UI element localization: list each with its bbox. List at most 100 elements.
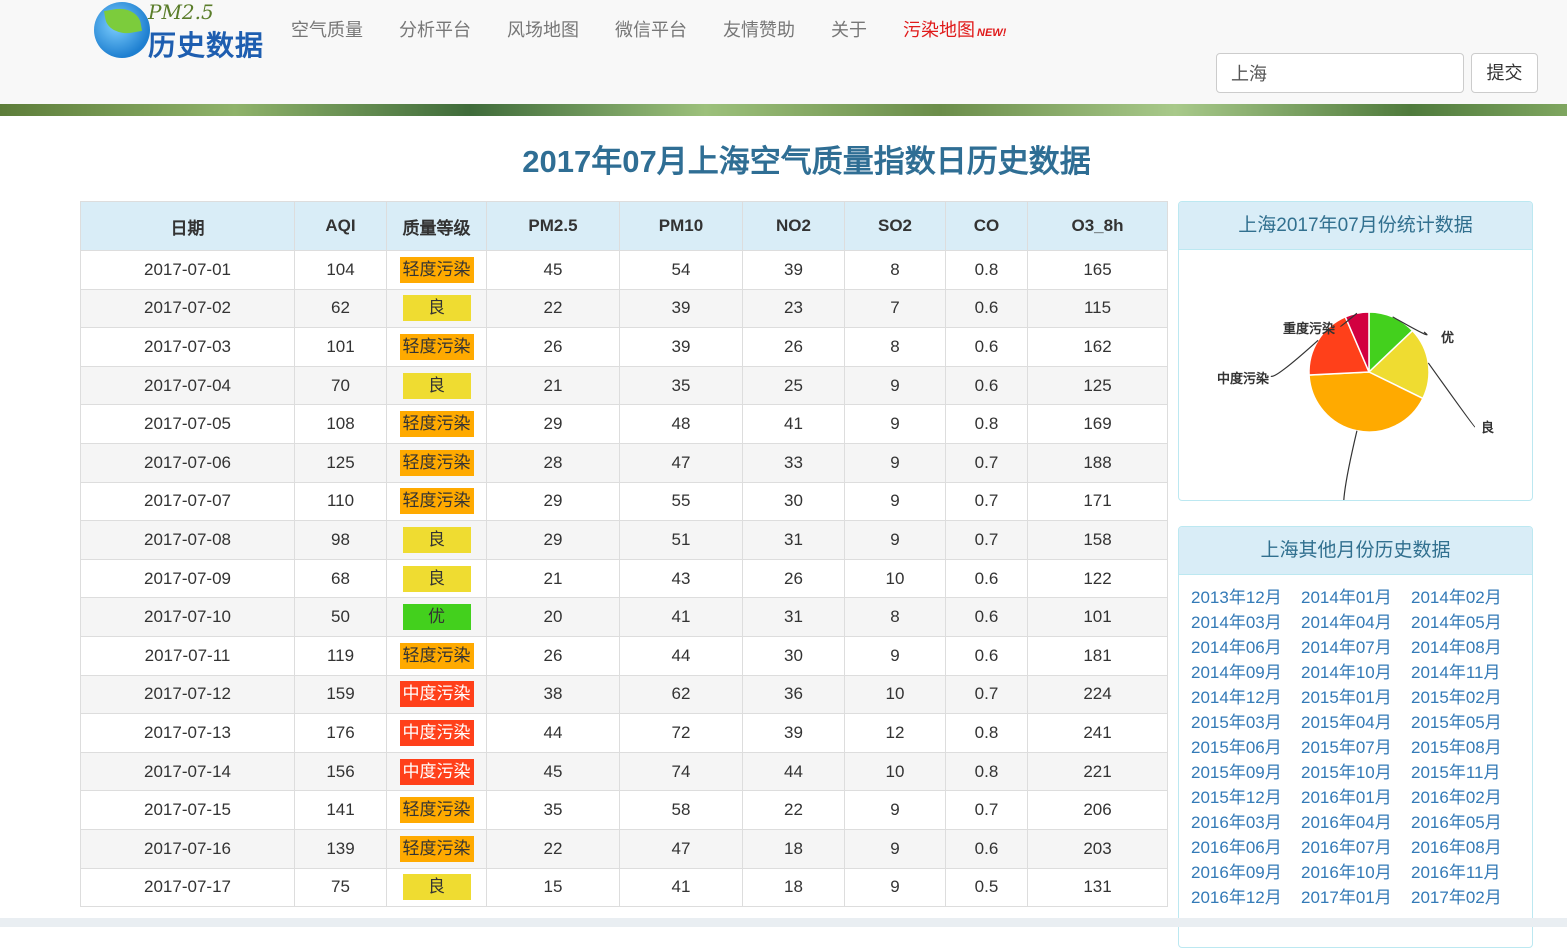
month-link[interactable]: 2015年04月 — [1301, 710, 1411, 735]
month-link[interactable]: 2015年10月 — [1301, 760, 1411, 785]
cell-o3: 122 — [1027, 558, 1168, 599]
month-link[interactable]: 2015年03月 — [1191, 710, 1301, 735]
nav-item-pollution-map[interactable]: 污染地图 NEW! — [903, 16, 1006, 42]
month-link[interactable]: 2015年11月 — [1411, 760, 1521, 785]
cell-so2: 10 — [844, 674, 946, 715]
month-link[interactable]: 2014年01月 — [1301, 585, 1411, 610]
cell-level: 中度污染 — [386, 713, 487, 753]
cell-pm10: 51 — [619, 520, 743, 560]
month-link[interactable]: 2016年03月 — [1191, 810, 1301, 835]
cell-no2: 18 — [742, 867, 845, 908]
month-link[interactable]: 2016年05月 — [1411, 810, 1521, 835]
city-search-input[interactable] — [1216, 53, 1464, 93]
month-link[interactable]: 2015年06月 — [1191, 735, 1301, 760]
month-link[interactable]: 2016年04月 — [1301, 810, 1411, 835]
month-link[interactable]: 2014年09月 — [1191, 660, 1301, 685]
col-header-so2: SO2 — [844, 201, 946, 251]
cell-pm10: 74 — [619, 751, 743, 792]
month-link[interactable]: 2017年02月 — [1411, 885, 1521, 910]
month-link[interactable]: 2014年12月 — [1191, 685, 1301, 710]
nav-item-wechat[interactable]: 微信平台 — [615, 16, 687, 42]
month-link[interactable]: 2014年04月 — [1301, 610, 1411, 635]
cell-aqi: 98 — [294, 520, 387, 560]
month-link[interactable]: 2016年01月 — [1301, 785, 1411, 810]
month-link[interactable]: 2016年06月 — [1191, 835, 1301, 860]
month-link[interactable]: 2014年05月 — [1411, 610, 1521, 635]
quality-level-badge: 良 — [402, 526, 471, 553]
month-link[interactable]: 2016年10月 — [1301, 860, 1411, 885]
submit-button[interactable]: 提交 — [1471, 53, 1538, 93]
month-link[interactable]: 2016年02月 — [1411, 785, 1521, 810]
quality-level-badge: 良 — [402, 372, 471, 399]
month-link[interactable]: 2015年02月 — [1411, 685, 1521, 710]
pie-label: 优 — [1441, 330, 1454, 345]
month-link[interactable]: 2015年01月 — [1301, 685, 1411, 710]
month-link[interactable]: 2013年12月 — [1191, 585, 1301, 610]
cell-aqi: 62 — [294, 288, 387, 329]
nav-item-air-quality[interactable]: 空气质量 — [291, 16, 363, 42]
month-link[interactable]: 2014年07月 — [1301, 635, 1411, 660]
cell-o3: 203 — [1027, 828, 1168, 869]
cell-aqi: 139 — [294, 828, 387, 869]
month-link[interactable]: 2014年02月 — [1411, 585, 1521, 610]
cell-aqi: 101 — [294, 327, 387, 367]
month-link[interactable]: 2014年06月 — [1191, 635, 1301, 660]
month-link[interactable]: 2016年11月 — [1411, 860, 1521, 885]
cell-pm10: 62 — [619, 674, 743, 715]
month-link[interactable]: 2014年03月 — [1191, 610, 1301, 635]
month-link[interactable]: 2014年08月 — [1411, 635, 1521, 660]
quality-level-badge: 轻度污染 — [399, 835, 474, 862]
cell-date: 2017-07-10 — [80, 597, 295, 637]
month-link[interactable]: 2016年12月 — [1191, 885, 1301, 910]
quality-pie-chart: 优良轻度污染中度污染重度污染 — [1217, 311, 1494, 500]
nav-item-about[interactable]: 关于 — [831, 16, 867, 42]
cell-so2: 9 — [844, 442, 946, 483]
pie-leader-line — [1427, 362, 1476, 428]
month-link[interactable]: 2014年11月 — [1411, 660, 1521, 685]
cell-date: 2017-07-15 — [80, 790, 295, 830]
table-row: 2017-07-02 62 良 22 39 23 7 0.6 115 — [80, 288, 1168, 329]
bottom-scroll-bar — [0, 918, 1567, 927]
table-row: 2017-07-13 176 中度污染 44 72 39 12 0.8 241 — [80, 713, 1168, 753]
month-link[interactable]: 2016年08月 — [1411, 835, 1521, 860]
cell-date: 2017-07-17 — [80, 867, 295, 908]
cell-no2: 18 — [742, 828, 845, 869]
cell-pm25: 21 — [486, 558, 620, 599]
banner-image — [0, 104, 1567, 116]
month-link[interactable]: 2016年07月 — [1301, 835, 1411, 860]
month-link[interactable]: 2015年05月 — [1411, 710, 1521, 735]
month-link[interactable]: 2017年01月 — [1301, 885, 1411, 910]
nav-item-analysis[interactable]: 分析平台 — [399, 16, 471, 42]
cell-pm25: 28 — [486, 442, 620, 483]
cell-co: 0.6 — [945, 365, 1028, 406]
quality-level-badge: 轻度污染 — [399, 488, 474, 515]
cell-o3: 169 — [1027, 404, 1168, 444]
cell-aqi: 156 — [294, 751, 387, 792]
quality-level-badge: 中度污染 — [399, 758, 474, 785]
cell-co: 0.7 — [945, 790, 1028, 830]
cell-pm10: 39 — [619, 327, 743, 367]
month-link[interactable]: 2015年08月 — [1411, 735, 1521, 760]
month-link[interactable]: 2015年12月 — [1191, 785, 1301, 810]
top-navbar: PM2.5 历史数据 空气质量 分析平台 风场地图 微信平台 友情赞助 关于 污… — [0, 0, 1567, 105]
month-link[interactable]: 2014年10月 — [1301, 660, 1411, 685]
cell-no2: 33 — [742, 442, 845, 483]
month-link[interactable]: 2015年09月 — [1191, 760, 1301, 785]
month-link[interactable]: 2016年09月 — [1191, 860, 1301, 885]
cell-pm10: 54 — [619, 250, 743, 290]
cell-o3: 181 — [1027, 635, 1168, 676]
table-row: 2017-07-01 104 轻度污染 45 54 39 8 0.8 165 — [80, 250, 1168, 290]
cell-so2: 8 — [844, 250, 946, 290]
cell-no2: 30 — [742, 481, 845, 522]
cell-no2: 31 — [742, 520, 845, 560]
pie-label: 重度污染 — [1283, 321, 1336, 336]
cell-co: 0.7 — [945, 481, 1028, 522]
month-link[interactable]: 2015年07月 — [1301, 735, 1411, 760]
nav-item-wind-map[interactable]: 风场地图 — [507, 16, 579, 42]
cell-o3: 158 — [1027, 520, 1168, 560]
cell-o3: 131 — [1027, 867, 1168, 908]
cell-aqi: 176 — [294, 713, 387, 753]
nav-item-sponsor[interactable]: 友情赞助 — [723, 16, 795, 42]
site-logo[interactable]: PM2.5 历史数据 — [92, 0, 267, 61]
cell-o3: 115 — [1027, 288, 1168, 329]
